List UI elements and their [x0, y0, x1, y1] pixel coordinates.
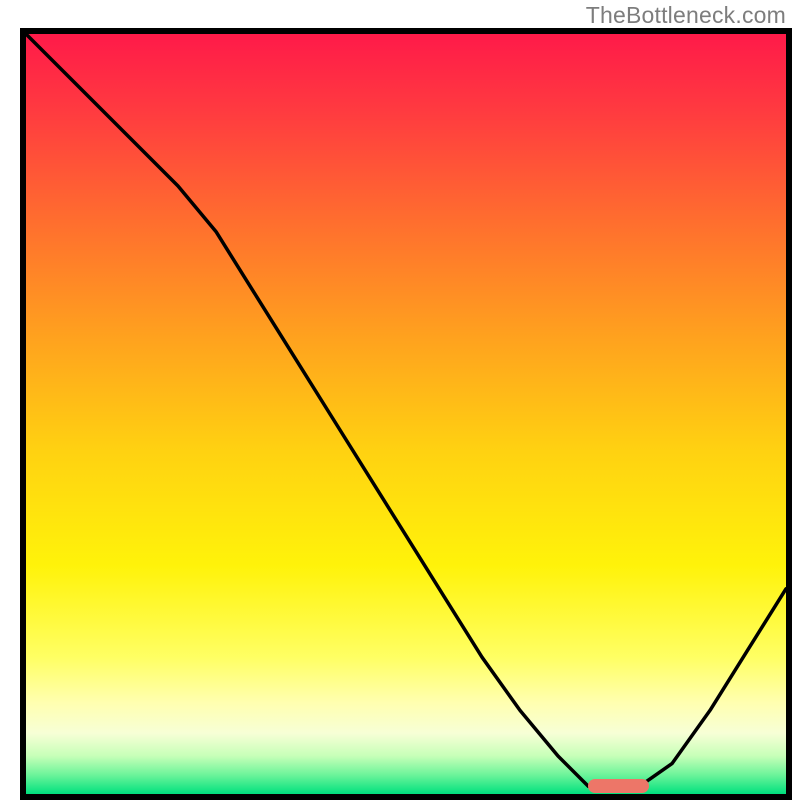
plot-frame — [20, 28, 792, 800]
plot-area — [26, 34, 786, 794]
watermark-text: TheBottleneck.com — [586, 2, 786, 29]
chart-container: TheBottleneck.com — [0, 0, 800, 800]
optimal-marker — [588, 779, 649, 793]
bottleneck-curve — [26, 34, 786, 794]
